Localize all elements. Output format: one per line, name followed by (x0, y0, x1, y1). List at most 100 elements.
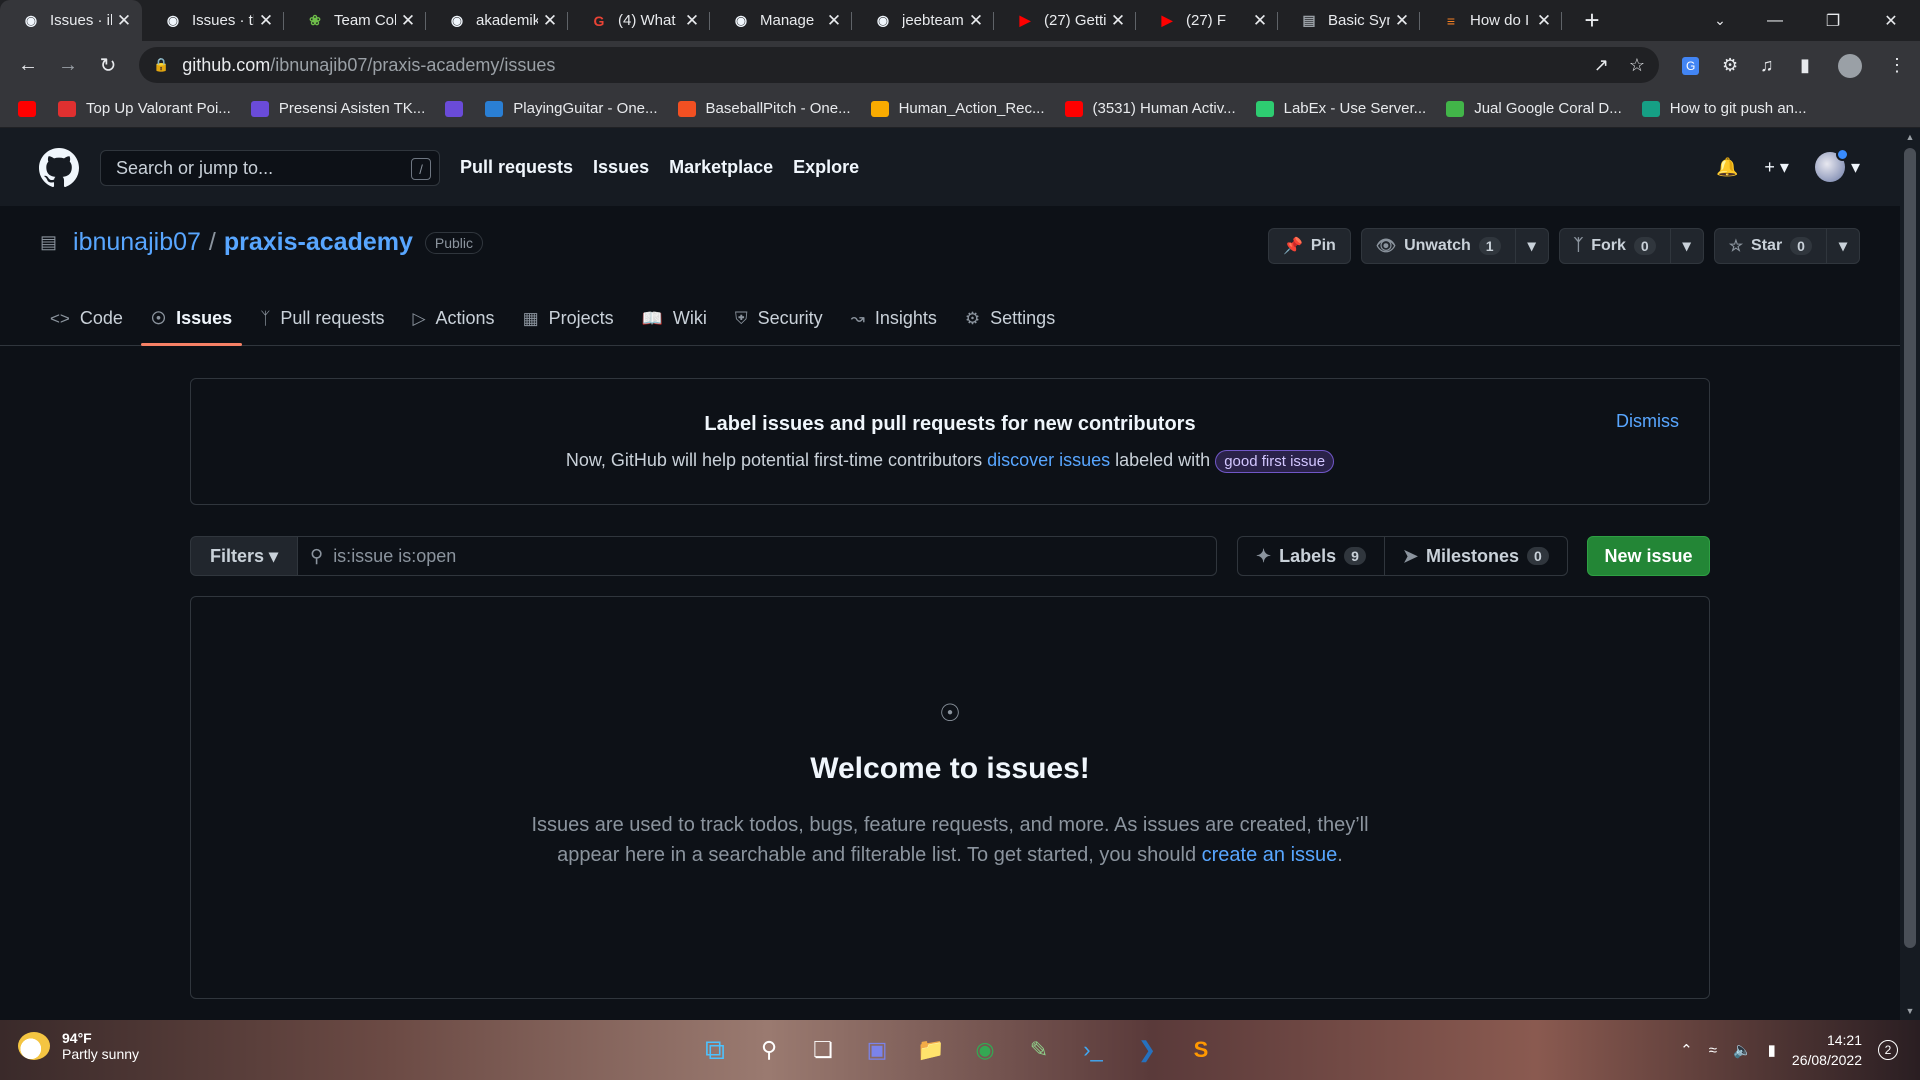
repo-tab-code[interactable]: <> Code (40, 291, 133, 346)
bookmark-item[interactable]: LabEx - Use Server... (1255, 100, 1426, 117)
powershell-icon[interactable]: ❯ (1127, 1030, 1167, 1070)
unwatch-dropdown-icon[interactable]: ▾ (1514, 229, 1548, 263)
bookmark-item[interactable]: How to git push an... (1641, 100, 1807, 117)
nav-explore[interactable]: Explore (793, 157, 859, 178)
reload-icon[interactable]: ↻ (88, 46, 128, 86)
github-logo-icon[interactable] (39, 148, 79, 188)
close-tab-icon[interactable]: ✕ (1110, 11, 1126, 31)
scrollbar-thumb[interactable] (1904, 148, 1916, 948)
browser-tab[interactable]: ◉ akademik ✕ (426, 0, 568, 41)
nav-pull-requests[interactable]: Pull requests (460, 157, 573, 178)
repo-tab-projects[interactable]: ▦ Projects (513, 291, 624, 346)
bookmark-star-icon[interactable]: ☆ (1629, 55, 1645, 76)
repo-owner-link[interactable]: ibnunajib07 (73, 228, 201, 257)
task-view-icon[interactable]: ❏ (803, 1030, 843, 1070)
scroll-up-icon[interactable]: ▲ (1900, 132, 1920, 142)
github-search-input[interactable]: Search or jump to... / (100, 150, 440, 186)
close-tab-icon[interactable]: ✕ (542, 11, 558, 31)
repo-tab-settings[interactable]: ⚙ Settings (955, 291, 1065, 346)
minimize-icon[interactable]: — (1746, 0, 1804, 41)
page-scrollbar[interactable]: ▲ ▼ (1900, 128, 1920, 1020)
volume-icon[interactable]: 🔈 (1733, 1041, 1752, 1059)
browser-tab[interactable]: ❀ Team Coll ✕ (284, 0, 426, 41)
sublime-text-icon[interactable]: S (1181, 1030, 1221, 1070)
browser-tab[interactable]: ≡ How do I ✕ (1420, 0, 1562, 41)
browser-tab[interactable]: ◉ jeebteam ✕ (852, 0, 994, 41)
weather-widget[interactable]: 94°F Partly sunny (18, 1030, 139, 1062)
repo-tab-security[interactable]: ⛨ Security (725, 291, 833, 346)
repo-tab-insights[interactable]: ↝ Insights (841, 291, 947, 346)
browser-tab[interactable]: ◉ Issues · th✕ (142, 0, 284, 41)
repo-tab-issues[interactable]: ☉ Issues (140, 291, 243, 346)
url-bar[interactable]: 🔒 github.com/ibnunajib07/praxis-academy/… (139, 47, 1659, 83)
profile-avatar-icon[interactable] (1838, 41, 1862, 90)
translate-extension-icon[interactable]: G (1682, 41, 1700, 90)
search-icon[interactable]: ⚲ (749, 1030, 789, 1070)
create-issue-link[interactable]: create an issue (1202, 844, 1338, 866)
notepad-icon[interactable]: ✎ (1019, 1030, 1059, 1070)
show-hidden-icons-icon[interactable]: ⌃ (1680, 1041, 1693, 1059)
bookmark-item[interactable] (445, 100, 473, 117)
create-new-plus-icon[interactable]: + ▾ (1764, 157, 1789, 178)
browser-tab[interactable]: ◉ Manage ✕ (710, 0, 852, 41)
repo-tab-actions[interactable]: ▷ Actions (402, 291, 504, 346)
fork-dropdown-icon[interactable]: ▾ (1669, 229, 1703, 263)
notifications-bell-icon[interactable]: 🔔 (1716, 157, 1738, 178)
new-issue-button[interactable]: New issue (1587, 536, 1710, 576)
side-panel-icon[interactable]: ▮ (1800, 41, 1810, 90)
share-icon[interactable]: ↗ (1594, 55, 1609, 76)
bookmark-item[interactable]: BaseballPitch - One... (677, 100, 851, 117)
bookmark-item[interactable] (18, 100, 46, 117)
tab-search-icon[interactable]: ⌄ (1705, 0, 1735, 41)
chrome-icon[interactable]: ◉ (965, 1030, 1005, 1070)
close-tab-icon[interactable]: ✕ (684, 11, 700, 31)
bookmark-item[interactable]: (3531) Human Activ... (1064, 100, 1236, 117)
browser-tab[interactable]: G (4) What ✕ (568, 0, 710, 41)
good-first-issue-label[interactable]: good first issue (1215, 450, 1335, 473)
milestones-button[interactable]: ➤ Milestones 0 (1383, 537, 1567, 575)
close-tab-icon[interactable]: ✕ (400, 11, 416, 31)
repo-tab-pull-requests[interactable]: ᛉ Pull requests (250, 291, 394, 346)
repo-name-link[interactable]: praxis-academy (224, 228, 413, 257)
clock[interactable]: 14:21 26/08/2022 (1792, 1030, 1862, 1070)
teams-chat-icon[interactable]: ▣ (857, 1030, 897, 1070)
fork-button[interactable]: ᛉ Fork 0 ▾ (1558, 228, 1704, 264)
pin-button[interactable]: 📌 Pin (1267, 228, 1351, 264)
browser-menu-icon[interactable]: ⋮ (1888, 41, 1906, 90)
extensions-icon[interactable]: ⚙ (1722, 41, 1738, 90)
bookmark-item[interactable]: PlayingGuitar - One... (485, 100, 658, 117)
battery-icon[interactable]: ▮ (1768, 1041, 1776, 1059)
bookmark-item[interactable]: Human_Action_Rec... (870, 100, 1045, 117)
wifi-icon[interactable]: ≈ (1709, 1042, 1717, 1059)
discover-issues-link[interactable]: discover issues (987, 450, 1110, 470)
dismiss-button[interactable]: Dismiss (1616, 411, 1679, 432)
notification-badge[interactable]: 2 (1878, 1040, 1898, 1060)
browser-tab[interactable]: ◉ Issues · ib ✕ (0, 0, 142, 41)
labels-button[interactable]: ✦ Labels 9 (1238, 537, 1384, 575)
new-tab-button[interactable]: + (1572, 0, 1612, 41)
close-tab-icon[interactable]: ✕ (1394, 11, 1410, 31)
bookmark-item[interactable]: Jual Google Coral D... (1446, 100, 1622, 117)
browser-tab[interactable]: ▤ Basic Syn ✕ (1278, 0, 1420, 41)
close-tab-icon[interactable]: ✕ (826, 11, 842, 31)
bookmark-item[interactable]: Top Up Valorant Poi... (58, 100, 231, 117)
file-explorer-icon[interactable]: 📁 (911, 1030, 951, 1070)
media-control-icon[interactable]: ♫ (1760, 41, 1774, 90)
bookmark-item[interactable]: Presensi Asisten TK... (250, 100, 425, 117)
issues-search-input[interactable]: ⚲ is:issue is:open (298, 536, 1217, 576)
windows-start-icon[interactable]: ⧉ (695, 1030, 735, 1070)
restore-icon[interactable]: ❐ (1804, 0, 1862, 41)
lock-icon[interactable]: 🔒 (153, 57, 169, 73)
close-tab-icon[interactable]: ✕ (116, 11, 132, 31)
close-tab-icon[interactable]: ✕ (1252, 11, 1268, 31)
nav-marketplace[interactable]: Marketplace (669, 157, 773, 178)
repo-tab-wiki[interactable]: 📖 Wiki (632, 291, 717, 346)
close-tab-icon[interactable]: ✕ (258, 11, 274, 31)
browser-tab[interactable]: ▶ (27) Getti ✕ (994, 0, 1136, 41)
star-dropdown-icon[interactable]: ▾ (1825, 229, 1859, 263)
close-tab-icon[interactable]: ✕ (968, 11, 984, 31)
browser-tab[interactable]: ▶ (27) F ✕ (1136, 0, 1278, 41)
close-tab-icon[interactable]: ✕ (1536, 11, 1552, 31)
unwatch-button[interactable]: 👁 Unwatch 1 ▾ (1360, 228, 1549, 264)
scroll-down-icon[interactable]: ▼ (1900, 1006, 1920, 1016)
